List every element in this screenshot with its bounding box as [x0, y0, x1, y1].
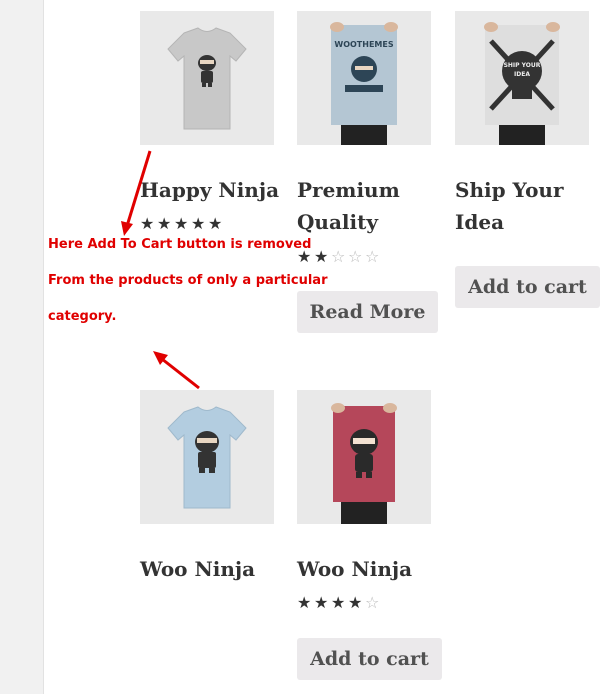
- arrow-up-icon: [121, 150, 152, 236]
- annotation-arrows: [121, 150, 200, 390]
- arrow-down-icon: [153, 351, 200, 390]
